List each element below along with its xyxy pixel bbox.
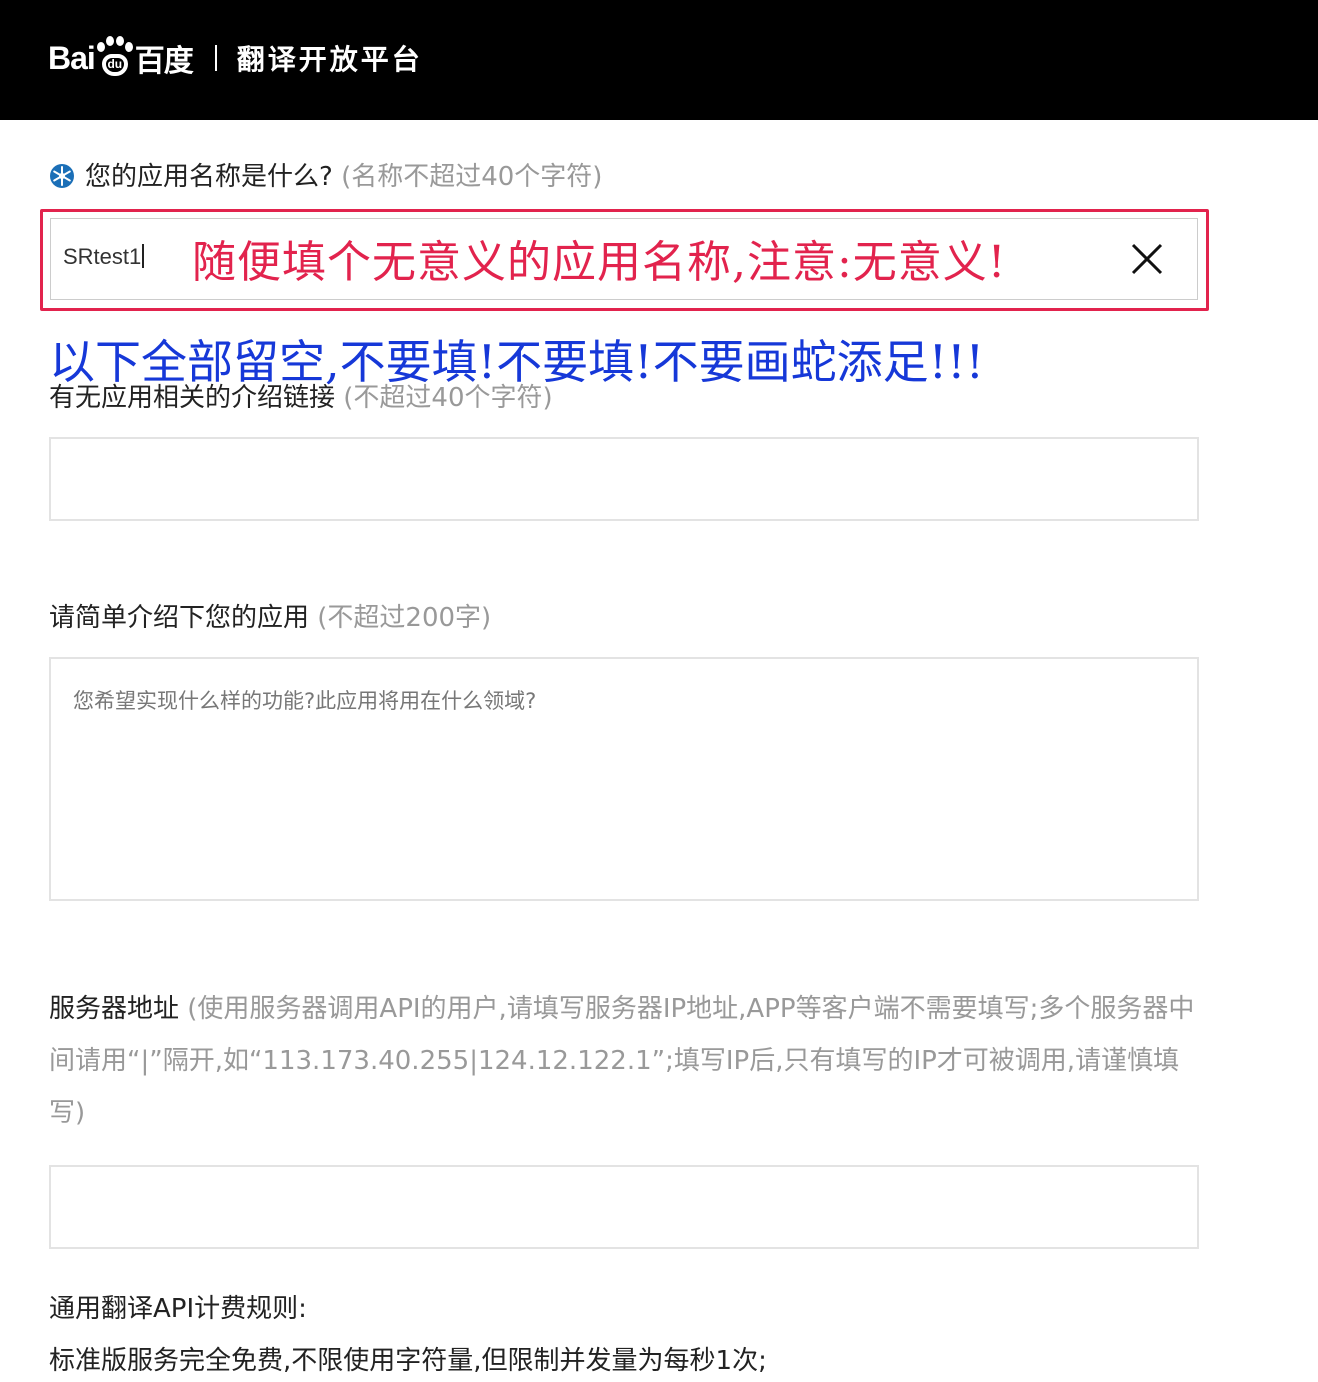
snowflake-icon bbox=[50, 164, 74, 188]
app-name-input-value: SRtest1 bbox=[63, 244, 145, 270]
server-address-hint: (使用服务器调用API的用户,请填写服务器IP地址,APP等客户端不需要填写;多… bbox=[49, 994, 1195, 1128]
text-caret bbox=[142, 244, 145, 268]
baidu-logo[interactable]: Bai du 百度 翻译开放平台 bbox=[48, 28, 423, 88]
server-address-label: 服务器地址 bbox=[49, 994, 180, 1024]
close-icon[interactable] bbox=[1130, 242, 1164, 276]
app-name-label: 您的应用名称是什么? bbox=[85, 162, 333, 192]
pricing-standard: 标准版服务完全免费,不限使用字符量,但限制并发量为每秒1次; bbox=[49, 1346, 767, 1376]
intro-link-input[interactable] bbox=[49, 437, 1199, 521]
description-textarea[interactable]: 您希望实现什么样的功能?此应用将用在什么领域? bbox=[49, 657, 1199, 901]
logo-divider bbox=[214, 45, 217, 71]
description-label: 请简单介绍下您的应用 bbox=[49, 603, 310, 633]
red-annotation-note: 随便填个无意义的应用名称,注意:无意义! bbox=[192, 237, 1007, 288]
logo-paw-text: du bbox=[107, 57, 123, 71]
paw-icon: du bbox=[96, 36, 133, 80]
server-address-input[interactable] bbox=[49, 1165, 1199, 1249]
intro-link-label: 有无应用相关的介绍链接 bbox=[49, 383, 336, 413]
platform-name: 翻译开放平台 bbox=[236, 43, 423, 76]
top-navigation-bar: Bai du 百度 翻译开放平台 bbox=[0, 0, 1318, 120]
description-hint: (不超过200字) bbox=[317, 603, 492, 633]
description-placeholder: 您希望实现什么样的功能?此应用将用在什么领域? bbox=[73, 689, 537, 713]
description-label-row: 请简单介绍下您的应用 (不超过200字) bbox=[49, 597, 491, 634]
intro-link-hint: (不超过40个字符) bbox=[343, 383, 553, 413]
server-address-label-row: 服务器地址 (使用服务器调用API的用户,请填写服务器IP地址,APP等客户端不… bbox=[49, 983, 1199, 1139]
app-name-hint: (名称不超过40个字符) bbox=[341, 162, 603, 192]
logo-latin-text: Bai bbox=[48, 39, 96, 76]
app-name-label-row: 您的应用名称是什么? (名称不超过40个字符) bbox=[49, 156, 602, 193]
logo-chinese-text: 百度 bbox=[134, 44, 194, 79]
intro-link-label-row: 有无应用相关的介绍链接 (不超过40个字符) bbox=[49, 377, 553, 414]
pricing-title: 通用翻译API计费规则: bbox=[49, 1294, 307, 1324]
